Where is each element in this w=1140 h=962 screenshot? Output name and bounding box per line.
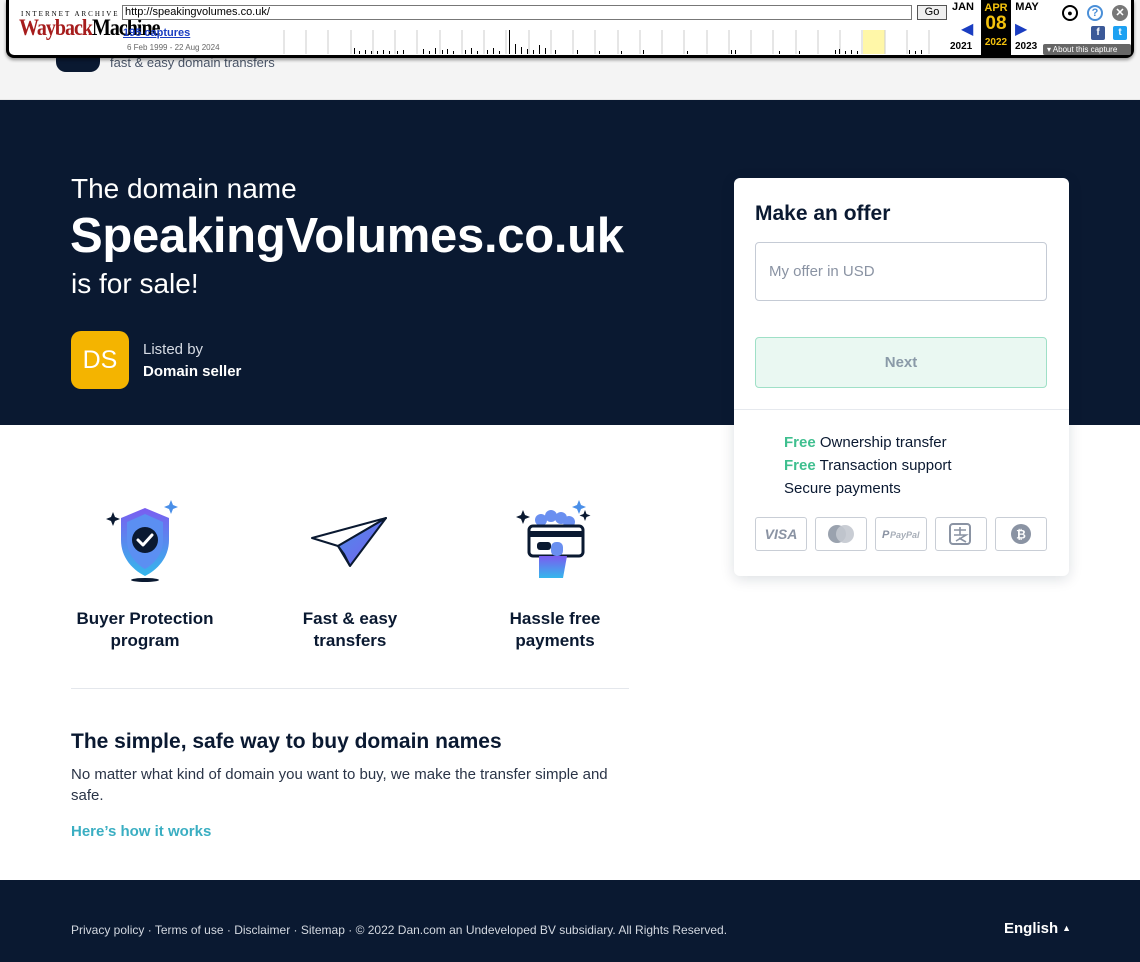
copyright-text: © 2022 Dan.com an Undeveloped BV subsidi… xyxy=(355,923,728,937)
feature-secure-payments: Secure payments xyxy=(784,480,901,497)
svg-text:PayPal: PayPal xyxy=(890,530,920,540)
paper-plane-icon xyxy=(311,517,387,567)
wayback-logo-red: Wayback xyxy=(19,15,93,41)
feature-label: Hassle free payments xyxy=(509,609,601,650)
feature-text: Ownership transfer xyxy=(815,434,947,451)
domain-name-heading: SpeakingVolumes.co.uk xyxy=(70,209,624,263)
current-capture-date: APR 08 2022 xyxy=(981,0,1011,55)
feature-label: Buyer Protection program xyxy=(76,609,214,650)
prev-month-label[interactable]: JAN xyxy=(947,1,979,13)
sitemap-link[interactable]: Sitemap xyxy=(301,923,345,937)
free-label: Free xyxy=(784,457,816,474)
next-month-label[interactable]: MAY xyxy=(1011,1,1043,13)
offer-card: Make an offer Next Free Ownership transf… xyxy=(734,178,1069,576)
help-icon[interactable]: ? xyxy=(1087,5,1103,21)
current-year-label: 2022 xyxy=(984,37,1008,48)
about-capture-button[interactable]: ▾ About this capture xyxy=(1043,44,1131,55)
offer-amount-input[interactable] xyxy=(755,242,1047,301)
simple-section-title: The simple, safe way to buy domain names xyxy=(71,730,502,753)
disclaimer-link[interactable]: Disclaimer xyxy=(234,923,290,937)
free-label: Free xyxy=(784,434,816,451)
prev-year-label[interactable]: 2021 xyxy=(950,41,972,52)
svg-text:₿: ₿ xyxy=(1016,528,1026,542)
mastercard-icon xyxy=(815,517,867,551)
language-label: English xyxy=(1004,920,1059,937)
capture-date-range: 6 Feb 1999 - 22 Aug 2024 xyxy=(127,43,220,52)
paypal-icon: P PayPal xyxy=(875,517,927,551)
simple-section-text: No matter what kind of domain you want t… xyxy=(71,766,608,804)
privacy-policy-link[interactable]: Privacy policy xyxy=(71,923,144,937)
terms-of-use-link[interactable]: Terms of use xyxy=(155,923,224,937)
capture-sparkline[interactable] xyxy=(279,30,947,54)
card-hand-icon xyxy=(516,500,591,578)
feature-text: Secure payments xyxy=(784,480,901,497)
seller-avatar: DS xyxy=(71,331,129,389)
separator: · xyxy=(144,923,155,937)
wayback-url-input[interactable]: http://speakingvolumes.co.uk/ xyxy=(122,5,912,20)
facebook-icon[interactable]: f xyxy=(1091,26,1105,40)
how-it-works-link[interactable]: Here’s how it works xyxy=(71,823,211,840)
next-year-label[interactable]: 2023 xyxy=(1015,41,1037,52)
footer-links: Privacy policy · Terms of use · Disclaim… xyxy=(71,923,727,937)
account-icon[interactable]: ● xyxy=(1062,5,1078,21)
offer-card-title: Make an offer xyxy=(755,202,891,225)
bitcoin-icon: ₿ xyxy=(995,517,1047,551)
separator: · xyxy=(290,923,301,937)
twitter-icon[interactable]: t xyxy=(1113,26,1127,40)
visa-icon: VISA xyxy=(755,517,807,551)
hero-post-text: is for sale! xyxy=(71,268,199,299)
separator: · xyxy=(223,923,235,937)
shield-check-icon xyxy=(106,500,178,582)
close-icon[interactable]: ✕ xyxy=(1112,5,1128,21)
feature-hassle-free-payments: Hassle free payments xyxy=(480,500,630,652)
prev-capture-arrow-icon[interactable]: ◀ xyxy=(961,19,973,39)
card-divider xyxy=(734,409,1069,410)
hero-pre-text: The domain name xyxy=(71,173,297,204)
section-divider xyxy=(71,688,629,689)
wayback-go-button[interactable]: Go xyxy=(917,5,947,20)
feature-fast-transfers: Fast & easy transfers xyxy=(275,500,425,652)
svg-text:VISA: VISA xyxy=(765,526,798,542)
seller-name: Domain seller xyxy=(143,363,242,380)
feature-buyer-protection: Buyer Protection program xyxy=(70,500,220,652)
feature-text: Transaction support xyxy=(815,457,952,474)
current-day-label: 08 xyxy=(985,13,1007,34)
listed-by-label: Listed by xyxy=(143,341,204,358)
feature-ownership-transfer: Free Ownership transfer xyxy=(784,434,947,451)
captures-link[interactable]: 195 captures xyxy=(123,27,190,39)
separator: · xyxy=(344,923,356,937)
feature-transaction-support: Free Transaction support xyxy=(784,457,952,474)
alipay-icon xyxy=(935,517,987,551)
next-capture-arrow-icon[interactable]: ▶ xyxy=(1015,19,1027,39)
feature-label: Fast & easy transfers xyxy=(302,609,398,650)
about-capture-label: About this capture xyxy=(1052,45,1118,54)
language-selector[interactable]: English ▲ xyxy=(1004,920,1071,937)
wayback-toolbar: INTERNET ARCHIVE WaybackMachine http://s… xyxy=(6,0,1134,58)
next-button[interactable]: Next xyxy=(755,337,1047,388)
footer: Privacy policy · Terms of use · Disclaim… xyxy=(0,880,1140,962)
svg-text:P: P xyxy=(882,529,890,541)
caret-up-icon: ▲ xyxy=(1062,923,1072,933)
